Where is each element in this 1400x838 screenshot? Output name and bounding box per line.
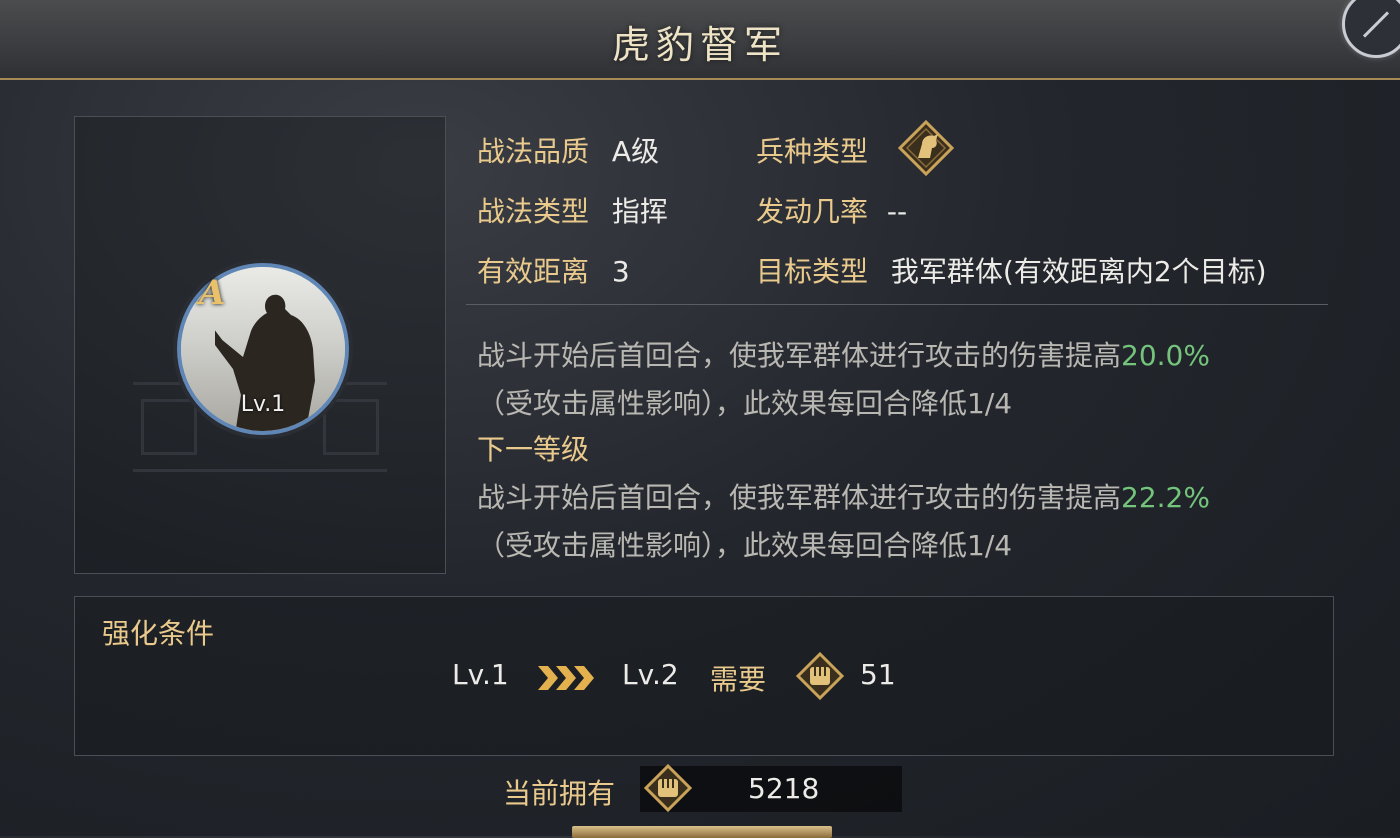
upgrade-cost: 51 <box>860 658 896 691</box>
skill-type-value: 指挥 <box>611 195 668 228</box>
upgrade-conditions-title: 强化条件 <box>102 617 215 650</box>
skill-type-row: 战法类型 指挥 <box>477 190 668 230</box>
next-effect-line2: （受攻击属性影响），此效果每回合降低1/4 <box>477 529 1013 562</box>
target-type-label: 目标类型 <box>756 255 869 288</box>
range-label: 有效距离 <box>477 255 590 288</box>
range-value: 3 <box>611 255 630 288</box>
upgrade-conditions-panel <box>74 596 1334 756</box>
fist-icon <box>644 764 692 812</box>
skill-type-label: 战法类型 <box>477 195 590 228</box>
owned-amount: 5218 <box>748 772 820 805</box>
skill-grade-letter: A <box>199 273 226 313</box>
info-divider <box>466 304 1328 305</box>
next-level-label: 下一等级 <box>477 433 590 466</box>
quality-value: A级 <box>611 135 660 168</box>
target-type-value: 我军群体(有效距离内2个目标) <box>890 255 1267 288</box>
troop-type-row: 兵种类型 <box>756 130 868 170</box>
skill-level: Lv.1 <box>240 392 286 417</box>
cavalry-horse-icon <box>898 120 954 176</box>
to-level: Lv.2 <box>622 658 679 691</box>
current-effect-line2: （受攻击属性影响），此效果每回合降低1/4 <box>477 387 1013 420</box>
quality-row: 战法品质 A级 <box>477 130 659 170</box>
next-effect-text: 战斗开始后首回合，使我军群体进行攻击的伤害提高 <box>477 481 1122 514</box>
upgrade-button[interactable] <box>572 826 832 838</box>
trigger-rate-label: 发动几率 <box>756 195 869 228</box>
current-effect-line1: 战斗开始后首回合，使我军群体进行攻击的伤害提高20.0% <box>477 332 1210 380</box>
title-bar: 虎豹督军 <box>0 0 1400 80</box>
current-effect-value: 20.0% <box>1121 339 1210 372</box>
troop-type-label: 兵种类型 <box>756 135 869 168</box>
fist-icon <box>796 652 844 700</box>
from-level: Lv.1 <box>452 658 509 691</box>
trigger-rate-value: -- <box>886 195 908 228</box>
range-row: 有效距离 3 <box>477 250 630 290</box>
owned-label: 当前拥有 <box>503 777 616 810</box>
skill-portrait-panel: Lv.1 A <box>74 116 446 574</box>
target-type-row: 目标类型 我军群体(有效距离内2个目标) <box>756 250 1267 290</box>
next-effect-line1: 战斗开始后首回合，使我军群体进行攻击的伤害提高22.2% <box>477 474 1210 522</box>
trigger-rate-row: 发动几率 -- <box>756 190 907 230</box>
next-effect-value: 22.2% <box>1121 481 1210 514</box>
need-label: 需要 <box>710 663 767 696</box>
quality-label: 战法品质 <box>477 135 590 168</box>
page-title: 虎豹督军 <box>611 23 788 67</box>
current-effect-text: 战斗开始后首回合，使我军群体进行攻击的伤害提高 <box>477 339 1122 372</box>
triple-chevron-right-icon <box>538 666 594 690</box>
